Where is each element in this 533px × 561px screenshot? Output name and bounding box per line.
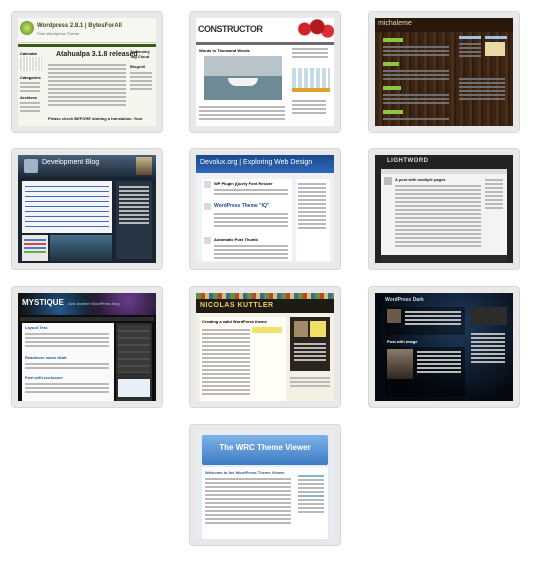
post-title: Welcome to the WordPress Theme Viewer xyxy=(205,470,285,475)
site-title: The WRC Theme Viewer xyxy=(219,443,311,452)
thumb-mystique[interactable]: MYSTIQUE Just another WordPress blog Lay… xyxy=(18,293,156,401)
theme-thumbnail-grid: Wordpress 2.8.1 | BytesForAll Free Wordp… xyxy=(0,0,533,561)
thumb-devolux[interactable]: Devolux.org | Exploring Web Design WP Pl… xyxy=(196,155,334,263)
site-title: MYSTIQUE xyxy=(22,298,64,307)
thumb-lightword[interactable]: LIGHTWORD A post with multiple pages xyxy=(375,155,513,263)
site-title: NICOLAS KUTTLER xyxy=(200,302,274,309)
post-column: Creating a valid WordPress theme xyxy=(200,317,286,401)
site-title: WordPress Dark xyxy=(385,297,424,303)
site-title: CONSTRUCTOR xyxy=(198,24,263,34)
theme-card-bytesforall[interactable]: Wordpress 2.8.1 | BytesForAll Free Wordp… xyxy=(12,12,162,132)
flowers-image xyxy=(292,18,334,40)
site-title: LIGHTWORD xyxy=(387,158,429,164)
site-title: michaleme xyxy=(378,20,412,27)
thumb-michaleme[interactable]: michaleme xyxy=(375,18,513,126)
green-orb-icon xyxy=(20,21,34,35)
post-column: WP Plugin jQuery Font Resizer WordPress … xyxy=(202,179,292,261)
right-sidebar xyxy=(459,36,509,124)
post-column: Layout Test Readmore name dealt Post wit… xyxy=(22,323,114,401)
theme-card-lightword[interactable]: LIGHTWORD A post with multiple pages xyxy=(369,149,519,269)
thumb-wordpress-dark[interactable]: WordPress Dark Post with image xyxy=(375,293,513,401)
theme-card-devolux[interactable]: Devolux.org | Exploring Web Design WP Pl… xyxy=(190,149,340,269)
theme-card-mystique[interactable]: MYSTIQUE Just another WordPress blog Lay… xyxy=(12,287,162,407)
thumb-wordpress-bytesforall[interactable]: Wordpress 2.8.1 | BytesForAll Free Wordp… xyxy=(18,18,156,126)
thumb-development-blog[interactable]: Development Blog xyxy=(18,155,156,263)
post-list xyxy=(383,36,453,124)
theme-card-constructor[interactable]: CONSTRUCTOR Words in Thousand Words xyxy=(190,12,340,132)
logo-icon xyxy=(24,159,38,173)
boat-photo xyxy=(204,56,282,100)
post-title: A post with multiple pages xyxy=(395,177,446,182)
avatar xyxy=(136,157,152,175)
site-title: Wordpress 2.8.1 | BytesForAll xyxy=(37,23,122,29)
post-title: Post with image xyxy=(387,339,418,344)
theme-card-development-blog[interactable]: Development Blog xyxy=(12,149,162,269)
thumb-constructor[interactable]: CONSTRUCTOR Words in Thousand Words xyxy=(196,18,334,126)
theme-card-wrc-theme-viewer[interactable]: The WRC Theme Viewer Welcome to the Word… xyxy=(190,425,340,545)
theme-card-wordpress-dark[interactable]: WordPress Dark Post with image xyxy=(369,287,519,407)
site-title: Devolux.org | Exploring Web Design xyxy=(200,159,313,166)
theme-card-nicolas-kuttler[interactable]: NICOLAS KUTTLER Creating a valid WordPre… xyxy=(190,287,340,407)
right-sidebar xyxy=(292,46,332,124)
thumb-nicolas-kuttler[interactable]: NICOLAS KUTTLER Creating a valid WordPre… xyxy=(196,293,334,401)
theme-card-michaleme[interactable]: michaleme xyxy=(369,12,519,132)
left-sidebar: Calendar Categories Archives xyxy=(18,49,44,126)
site-title: Development Blog xyxy=(42,159,100,166)
thumb-wrc-theme-viewer[interactable]: The WRC Theme Viewer Welcome to the Word… xyxy=(196,431,334,539)
post-headline: Atahualpa 3.1.8 released xyxy=(56,51,138,58)
